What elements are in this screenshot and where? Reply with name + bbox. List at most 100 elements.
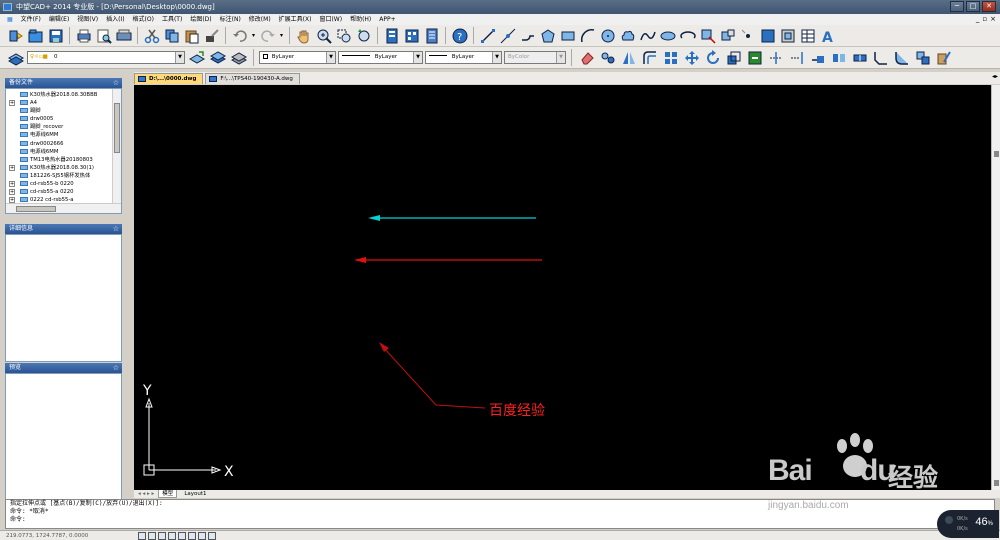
- expand-icon[interactable]: +: [9, 100, 15, 107]
- mdi-restore-button[interactable]: ▫: [982, 14, 987, 25]
- fillet-button[interactable]: [892, 48, 911, 67]
- redo-button[interactable]: [258, 26, 277, 45]
- hatch-button[interactable]: [758, 26, 777, 45]
- tree-item[interactable]: K30热水器2018.08.30BBB: [6, 91, 112, 99]
- mdi-close-button[interactable]: ×: [990, 14, 996, 25]
- tree-item[interactable]: +0222 cd-rsb55-a: [6, 196, 112, 203]
- tree-item[interactable]: 181226-SJ55钢杯发热体: [6, 172, 112, 180]
- properties-button[interactable]: [382, 26, 401, 45]
- polar-toggle-icon[interactable]: [168, 531, 176, 540]
- tab-tps40-dwg[interactable]: F:\...\TPS40-190430-A.dwg: [205, 73, 300, 84]
- tree-item[interactable]: TM13电热水器20180803: [6, 156, 112, 164]
- tab-0000-dwg[interactable]: D:\...\0000.dwg: [134, 73, 204, 84]
- print-button[interactable]: [74, 26, 93, 45]
- lineweight-combo[interactable]: ByLayer ▼: [425, 51, 502, 64]
- otrack-toggle-icon[interactable]: [188, 531, 196, 540]
- layout-nav-arrows[interactable]: ◂ ◂ ▸ ▸: [138, 490, 154, 498]
- cyan-arrow-line[interactable]: [368, 215, 536, 221]
- ellipse-arc-button[interactable]: [678, 26, 697, 45]
- snap-toggle-icon[interactable]: [138, 531, 146, 540]
- array-button[interactable]: [661, 48, 680, 67]
- edit-properties-button[interactable]: [934, 48, 953, 67]
- chamfer-button[interactable]: [871, 48, 890, 67]
- copy-button[interactable]: [162, 26, 181, 45]
- print-preview-button[interactable]: [94, 26, 113, 45]
- menu-draw[interactable]: 绘图(D): [186, 14, 215, 25]
- design-center-button[interactable]: [402, 26, 421, 45]
- leader-line[interactable]: [379, 342, 486, 409]
- region-button[interactable]: [778, 26, 797, 45]
- lineweight-toggle-icon[interactable]: [198, 531, 206, 540]
- menu-app-plus[interactable]: APP+: [375, 14, 399, 25]
- grid-toggle-icon[interactable]: [148, 531, 156, 540]
- ortho-toggle-icon[interactable]: [158, 531, 166, 540]
- menu-ext-tools[interactable]: 扩展工具(X): [275, 14, 316, 25]
- open-file-button[interactable]: [26, 26, 45, 45]
- polyline-button[interactable]: [518, 26, 537, 45]
- publish-button[interactable]: [114, 26, 133, 45]
- circle-button[interactable]: [598, 26, 617, 45]
- menu-help[interactable]: 帮助(H): [346, 14, 375, 25]
- polygon-button[interactable]: [538, 26, 557, 45]
- erase-button[interactable]: [577, 48, 596, 67]
- trim-button[interactable]: [766, 48, 785, 67]
- stretch-button[interactable]: [745, 48, 764, 67]
- zoom-realtime-button[interactable]: [314, 26, 333, 45]
- collapse-icon[interactable]: ☆: [113, 363, 119, 373]
- expand-icon[interactable]: +: [9, 189, 15, 196]
- new-file-button[interactable]: [6, 26, 25, 45]
- expand-icon[interactable]: +: [9, 164, 15, 171]
- spline-button[interactable]: [638, 26, 657, 45]
- tree-item[interactable]: drw0005: [6, 115, 112, 123]
- break-button[interactable]: [829, 48, 848, 67]
- annotation-text[interactable]: 百度经验: [489, 403, 545, 419]
- maximize-button[interactable]: □: [966, 1, 980, 12]
- tree-item[interactable]: 电源线6MM: [6, 148, 112, 156]
- arc-button[interactable]: [578, 26, 597, 45]
- tree-item[interactable]: + A4: [6, 99, 112, 107]
- linetype-combo[interactable]: ByLayer ▼: [338, 51, 423, 64]
- menu-format[interactable]: 格式(O): [129, 14, 158, 25]
- layer-manager-button[interactable]: [6, 48, 25, 67]
- menu-dimension[interactable]: 标注(N): [216, 14, 245, 25]
- tree-item[interactable]: 踢脚: [6, 107, 112, 115]
- mirror-button[interactable]: [619, 48, 638, 67]
- text-button[interactable]: A: [818, 26, 837, 45]
- menu-modify[interactable]: 修改(M): [245, 14, 275, 25]
- menu-window[interactable]: 窗口(W): [315, 14, 346, 25]
- pan-button[interactable]: [294, 26, 313, 45]
- extend-button[interactable]: [787, 48, 806, 67]
- undo-button[interactable]: [230, 26, 249, 45]
- collapse-icon[interactable]: ☆: [113, 224, 119, 234]
- menu-file[interactable]: 文件(F): [17, 14, 45, 25]
- rectangle-button[interactable]: [558, 26, 577, 45]
- ellipse-button[interactable]: [658, 26, 677, 45]
- undo-dropdown[interactable]: ▾: [250, 26, 257, 45]
- tab-layout1[interactable]: Layout1: [181, 490, 209, 498]
- xline-button[interactable]: [498, 26, 517, 45]
- model-toggle-icon[interactable]: [208, 531, 216, 540]
- break-at-point-button[interactable]: [808, 48, 827, 67]
- menu-edit[interactable]: 编辑(E): [45, 14, 73, 25]
- make-block-button[interactable]: [718, 26, 737, 45]
- move-button[interactable]: [682, 48, 701, 67]
- tree-item[interactable]: + K30热水器2018.08.30(1): [6, 164, 112, 172]
- rotate-button[interactable]: [703, 48, 722, 67]
- match-properties-button[interactable]: [202, 26, 221, 45]
- scroll-thumb[interactable]: [114, 103, 120, 153]
- canvas-vertical-scrollbar[interactable]: [991, 85, 1000, 490]
- osnap-toggle-icon[interactable]: [178, 531, 186, 540]
- minimize-button[interactable]: ─: [950, 1, 964, 12]
- tree-vertical-scrollbar[interactable]: [112, 89, 121, 203]
- plotstyle-combo[interactable]: ByColor ▼: [504, 51, 566, 64]
- command-window[interactable]: 指定拉伸点或 [基点(B)/复制(C)/放弃(U)/退出(X)]: 命令: *取…: [5, 499, 995, 529]
- mdi-minimize-button[interactable]: _: [976, 14, 980, 25]
- paste-button[interactable]: [182, 26, 201, 45]
- menu-insert[interactable]: 插入(I): [102, 14, 128, 25]
- layer-combo[interactable]: ♀☼▫■ 0 ▼: [27, 51, 185, 64]
- expand-icon[interactable]: +: [9, 181, 15, 188]
- tree-item[interactable]: + cd-rsb55-b 0220: [6, 180, 112, 188]
- tree-item[interactable]: 踢脚_recover: [6, 123, 112, 131]
- make-current-layer-button[interactable]: [187, 48, 206, 67]
- zoom-previous-button[interactable]: [354, 26, 373, 45]
